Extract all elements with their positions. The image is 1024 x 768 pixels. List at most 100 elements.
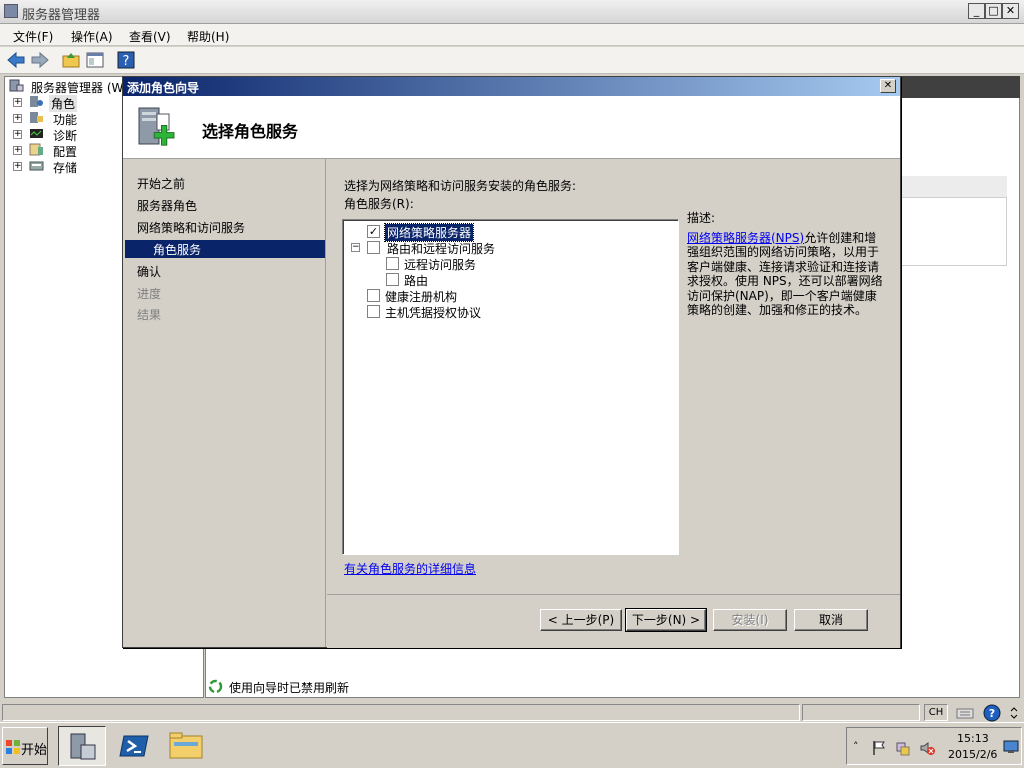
configuration-icon <box>29 143 43 156</box>
service-label: 远程访问服务 <box>404 258 477 272</box>
language-indicator[interactable]: CH <box>924 704 948 721</box>
folder-icon <box>169 732 203 759</box>
back-button[interactable]: < 上一步(P) <box>540 609 622 631</box>
tree-item-label: 配置 <box>53 145 78 159</box>
role-services-label: 角色服务(R): <box>344 197 414 211</box>
step-role-services[interactable]: 角色服务 <box>125 240 325 258</box>
checkbox[interactable] <box>367 305 380 318</box>
network-icon[interactable] <box>895 740 911 756</box>
more-info-link[interactable]: 有关角色服务的详细信息 <box>344 560 476 577</box>
service-label: 路由 <box>404 274 429 288</box>
back-arrow-icon[interactable] <box>6 50 26 70</box>
start-label: 开始 <box>21 743 48 758</box>
step-before-you-begin[interactable]: 开始之前 <box>137 175 185 192</box>
cancel-button[interactable]: 取消 <box>794 609 868 631</box>
taskbar-explorer[interactable] <box>162 726 210 766</box>
collapse-icon[interactable]: − <box>351 243 360 252</box>
dialog-button-bar: < 上一步(P) 下一步(N) > 安装(I) 取消 <box>327 594 900 648</box>
service-label: 网络策略服务器 <box>383 223 475 242</box>
minimize-button[interactable]: _ <box>968 3 985 19</box>
dialog-title-bar[interactable]: 添加角色向导 ✕ <box>123 77 900 96</box>
refresh-status: 使用向导时已禁用刷新 <box>208 678 608 696</box>
title-bar[interactable]: 服务器管理器 _ □ ✕ <box>0 0 1024 24</box>
taskbar-server-manager[interactable] <box>58 726 106 766</box>
dialog-close-button[interactable]: ✕ <box>880 79 896 93</box>
service-label: 主机凭据授权协议 <box>385 306 482 320</box>
step-progress: 进度 <box>137 287 162 301</box>
step-confirmation[interactable]: 确认 <box>137 263 161 280</box>
taskbar: 开始 ˄ 15:13 2015/2/6 <box>0 722 1024 768</box>
taskbar-powershell[interactable] <box>110 726 158 766</box>
nps-link[interactable]: 网络策略服务器(NPS) <box>687 231 804 245</box>
checkbox[interactable] <box>386 257 399 270</box>
refresh-status-text: 使用向导时已禁用刷新 <box>229 681 350 695</box>
forward-arrow-icon[interactable] <box>30 50 50 70</box>
dialog-title: 添加角色向导 <box>127 81 200 95</box>
menu-help[interactable]: 帮助(H) <box>187 28 229 45</box>
clock-time[interactable]: 15:13 <box>957 732 989 745</box>
menu-view[interactable]: 查看(V) <box>129 28 171 45</box>
volume-muted-icon[interactable] <box>919 740 935 756</box>
features-icon <box>30 112 43 123</box>
step-results: 结果 <box>137 308 162 322</box>
description-body: 网络策略服务器(NPS)允许创建和增强组织范围的网络访问策略，以用于客户端健康、… <box>687 231 883 318</box>
options-chevron-icon[interactable] <box>1008 706 1020 720</box>
checkbox-checked[interactable]: ✓ <box>367 225 380 238</box>
up-folder-icon[interactable] <box>61 50 81 70</box>
show-desktop-icon[interactable] <box>1003 740 1019 754</box>
storage-icon <box>29 161 44 171</box>
status-field <box>802 704 920 721</box>
show-hide-console-tree-icon[interactable] <box>85 50 105 70</box>
notification-area: ˄ 15:13 2015/2/6 <box>846 727 1022 765</box>
add-roles-wizard-dialog: 添加角色向导 ✕ 选择角色服务 开始之前 服务器角色 网络策略和访问服务 角色服… <box>122 76 901 648</box>
wizard-steps: 开始之前 服务器角色 网络策略和访问服务 角色服务 确认 进度 结果 <box>123 159 326 647</box>
description-label: 描述: <box>687 211 716 225</box>
close-button[interactable]: ✕ <box>1002 3 1019 19</box>
service-label: 健康注册机构 <box>385 290 458 304</box>
step-nps[interactable]: 网络策略和访问服务 <box>137 219 245 236</box>
server-icon <box>9 79 24 92</box>
expand-icon[interactable]: + <box>13 146 22 155</box>
show-hidden-icons-chevron-icon[interactable]: ˄ <box>853 740 859 753</box>
server-manager-app-icon <box>4 4 18 18</box>
tree-item-label: 存储 <box>53 161 78 175</box>
instruction-text: 选择为网络策略和访问服务安装的角色服务: <box>344 179 577 193</box>
tree-item-label: 角色 <box>49 95 78 112</box>
menu-action[interactable]: 操作(A) <box>71 28 113 45</box>
dialog-heading: 选择角色服务 <box>202 122 299 141</box>
description-panel: 描述: 网络策略服务器(NPS)允许创建和增强组织范围的网络访问策略，以用于客户… <box>687 211 883 318</box>
checkbox[interactable] <box>386 273 399 286</box>
checkbox[interactable] <box>367 289 380 302</box>
help-icon[interactable]: ? <box>116 50 136 70</box>
toolbar: ? <box>0 47 1024 74</box>
role-services-list[interactable]: ✓ 网络策略服务器 − 路由和远程访问服务 远程访问服务 路由 健康注册机构 主… <box>342 219 679 555</box>
menu-file[interactable]: 文件(F) <box>13 28 53 45</box>
tree-item-label: 功能 <box>53 113 78 127</box>
expand-icon[interactable]: + <box>13 162 22 171</box>
svg-text:?: ? <box>123 54 130 69</box>
action-center-flag-icon[interactable] <box>871 740 887 756</box>
help-circle-icon[interactable]: ? <box>983 704 1001 722</box>
keyboard-icon[interactable] <box>956 705 974 720</box>
diagnostics-icon <box>30 129 43 138</box>
clock-date[interactable]: 2015/2/6 <box>948 748 997 761</box>
details-box-header <box>900 176 1007 198</box>
dialog-header: 选择角色服务 <box>123 96 900 159</box>
step-server-roles[interactable]: 服务器角色 <box>137 197 197 214</box>
checkbox[interactable] <box>367 241 380 254</box>
refresh-icon <box>208 679 223 694</box>
server-role-add-icon <box>138 107 175 146</box>
maximize-button[interactable]: □ <box>985 3 1002 19</box>
roles-icon <box>30 96 43 107</box>
tree-root-label: 服务器管理器 (WI <box>31 81 127 95</box>
install-button: 安装(I) <box>713 609 787 631</box>
expand-icon[interactable]: + <box>13 130 22 139</box>
next-button[interactable]: 下一步(N) > <box>625 608 707 632</box>
server-manager-icon <box>70 733 96 760</box>
menu-bar: 文件(F) 操作(A) 查看(V) 帮助(H) <box>0 24 1024 46</box>
windows-logo-icon <box>6 740 20 754</box>
expand-icon[interactable]: + <box>13 114 22 123</box>
powershell-icon <box>119 735 149 757</box>
start-button[interactable]: 开始 <box>2 727 48 765</box>
expand-icon[interactable]: + <box>13 98 22 107</box>
